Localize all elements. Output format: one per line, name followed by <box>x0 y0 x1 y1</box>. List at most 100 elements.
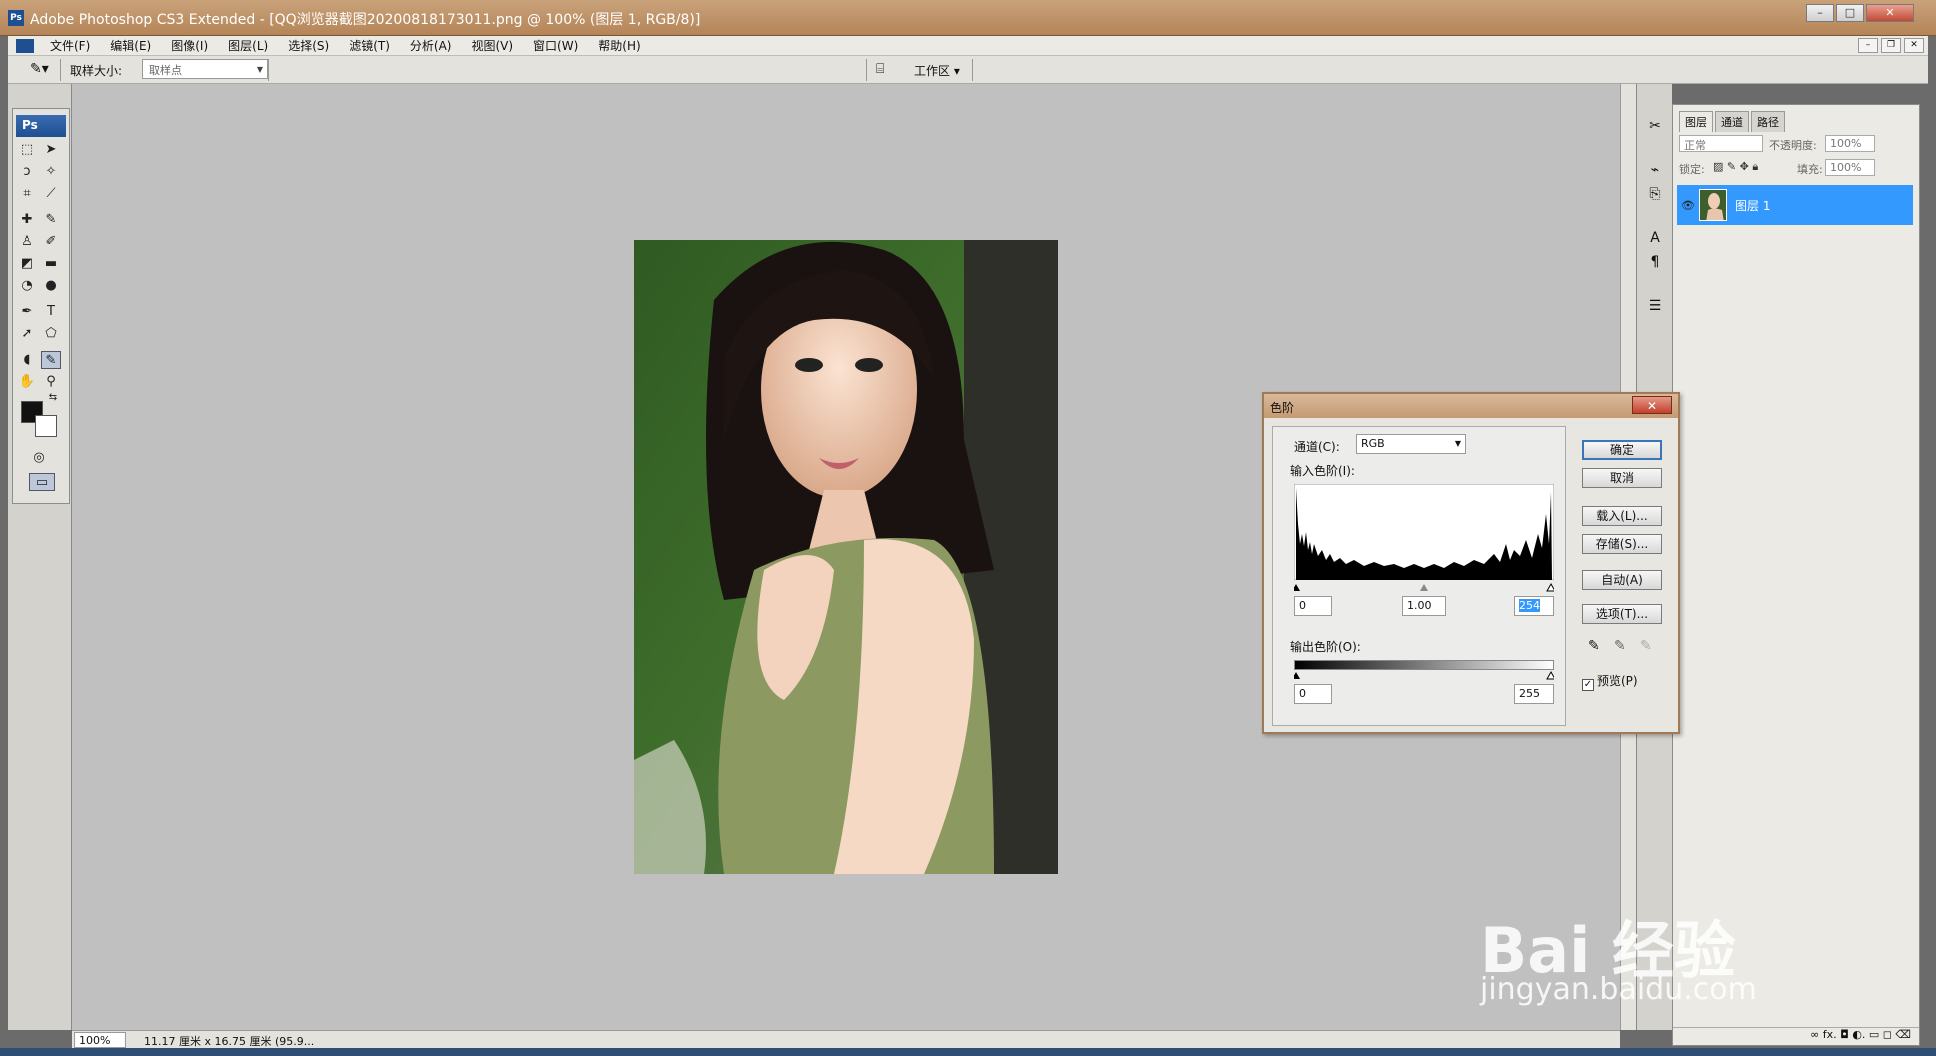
input-gamma-field[interactable]: 1.00 <box>1402 596 1446 616</box>
menu-help[interactable]: 帮助(H) <box>588 37 650 54</box>
input-slider[interactable] <box>1294 582 1554 592</box>
portrait-photo <box>634 240 1058 874</box>
input-white-field[interactable]: 254 <box>1514 596 1554 616</box>
output-white-field[interactable]: 255 <box>1514 684 1554 704</box>
menu-select[interactable]: 选择(S) <box>278 37 339 54</box>
history-brush-tool-icon[interactable]: ✐ <box>41 233 61 251</box>
window-titlebar: Ps Adobe Photoshop CS3 Extended - [QQ浏览器… <box>0 0 1936 36</box>
path-selection-tool-icon[interactable]: ➚ <box>17 325 37 343</box>
blend-mode-select[interactable]: 正常 <box>1679 135 1763 152</box>
channel-select[interactable]: RGB ▼ <box>1356 434 1466 454</box>
output-white-handle <box>1546 670 1554 680</box>
brushes-panel-icon[interactable]: ⌁ <box>1641 158 1669 182</box>
options-bar: ✎▾ 取样大小: 取样点 ▼ ⌸ 工作区 ▾ <box>8 56 1928 84</box>
load-button[interactable]: 载入(L)... <box>1582 506 1662 526</box>
tab-channels[interactable]: 通道 <box>1715 111 1749 132</box>
window-title: Adobe Photoshop CS3 Extended - [QQ浏览器截图2… <box>30 12 701 28</box>
doc-close-button[interactable]: ✕ <box>1904 38 1924 53</box>
input-black-field[interactable]: 0 <box>1294 596 1332 616</box>
bridge-icon[interactable]: ⌸ <box>876 61 884 77</box>
tab-layers[interactable]: 图层 <box>1679 111 1713 132</box>
input-black-handle <box>1294 584 1300 591</box>
white-eyedropper-icon[interactable]: ✎ <box>1640 638 1652 654</box>
preview-checkbox[interactable]: ✓ 预览(P) <box>1582 672 1638 691</box>
pen-tool-icon[interactable]: ✒ <box>17 303 37 321</box>
options-separator <box>268 59 269 81</box>
dodge-tool-icon[interactable]: ● <box>41 277 61 295</box>
opacity-field[interactable]: 100% <box>1825 135 1875 152</box>
black-eyedropper-icon[interactable]: ✎ <box>1588 638 1600 654</box>
options-separator <box>866 59 867 81</box>
layers-bottom-toolbar[interactable]: ∞ fx. ◘ ◐. ▭ ◻ ⌫ <box>1673 1027 1919 1045</box>
menu-view[interactable]: 视图(V) <box>461 37 523 54</box>
fill-label: 填充: <box>1797 163 1823 176</box>
cancel-button[interactable]: 取消 <box>1582 468 1662 488</box>
paragraph-panel-icon[interactable]: ¶ <box>1641 250 1669 274</box>
menu-layer[interactable]: 图层(L) <box>218 37 278 54</box>
swap-colors-icon[interactable]: ⇆ <box>43 389 63 407</box>
move-tool-icon[interactable]: ➤ <box>41 141 61 159</box>
document-info[interactable]: 11.17 厘米 x 16.75 厘米 (95.9... <box>144 1033 314 1049</box>
visibility-eye-icon[interactable]: 👁︎ <box>1681 199 1695 212</box>
zoom-field[interactable]: 100% <box>74 1032 126 1048</box>
brush-tool-icon[interactable]: ✎ <box>41 211 61 229</box>
hand-tool-icon[interactable]: ✋ <box>17 373 37 391</box>
menu-window[interactable]: 窗口(W) <box>523 37 588 54</box>
output-black-field[interactable]: 0 <box>1294 684 1332 704</box>
navigator-panel-icon[interactable]: ✂ <box>1641 114 1669 138</box>
dialog-close-button[interactable]: ✕ <box>1632 396 1672 414</box>
menu-analysis[interactable]: 分析(A) <box>400 37 462 54</box>
eyedropper-tool-icon[interactable]: ✎ <box>41 351 61 369</box>
character-panel-icon[interactable]: A <box>1641 226 1669 250</box>
type-tool-icon[interactable]: T <box>41 303 61 321</box>
marquee-tool-icon[interactable]: ⬚ <box>17 141 37 159</box>
workspace-button[interactable]: 工作区 ▾ <box>914 62 960 79</box>
eraser-tool-icon[interactable]: ◩ <box>17 255 37 273</box>
ok-button[interactable]: 确定 <box>1582 440 1662 460</box>
maximize-button[interactable]: □ <box>1836 4 1864 22</box>
toolbox-header: Ps <box>16 115 66 137</box>
input-levels-label: 输入色阶(I): <box>1290 464 1355 478</box>
shape-tool-icon[interactable]: ⬠ <box>41 325 61 343</box>
layer-row[interactable]: 👁︎ 图层 1 <box>1677 185 1913 225</box>
fill-field[interactable]: 100% <box>1825 159 1875 176</box>
lasso-tool-icon[interactable]: ↄ <box>17 163 37 181</box>
dialog-titlebar: 色阶 ✕ <box>1264 394 1678 418</box>
menu-edit[interactable]: 编辑(E) <box>100 37 161 54</box>
sample-size-select[interactable]: 取样点 ▼ <box>142 59 268 79</box>
blur-tool-icon[interactable]: ◔ <box>17 277 37 295</box>
minimize-button[interactable]: – <box>1806 4 1834 22</box>
gray-eyedropper-icon[interactable]: ✎ <box>1614 638 1626 654</box>
document-image[interactable] <box>634 240 1058 874</box>
doc-minimize-button[interactable]: – <box>1858 38 1878 53</box>
slice-tool-icon[interactable]: ⟋ <box>41 185 61 203</box>
layer-comps-panel-icon[interactable]: ☰ <box>1641 294 1669 318</box>
output-slider[interactable] <box>1294 670 1554 680</box>
menu-file[interactable]: 文件(F) <box>40 37 100 54</box>
dialog-title: 色阶 <box>1270 401 1295 415</box>
crop-tool-icon[interactable]: ⌗ <box>17 185 37 203</box>
opacity-label: 不透明度: <box>1769 139 1817 152</box>
doc-restore-button[interactable]: ❐ <box>1881 38 1901 53</box>
notes-tool-icon[interactable]: ◖ <box>17 351 37 369</box>
screen-mode-icon[interactable]: ▭ <box>29 473 55 491</box>
eyedropper-tool-preset-icon[interactable]: ✎▾ <box>30 61 49 77</box>
background-color-swatch[interactable] <box>35 415 57 437</box>
clone-stamp-tool-icon[interactable]: ♙ <box>17 233 37 251</box>
menu-filter[interactable]: 滤镜(T) <box>339 37 400 54</box>
lock-icons[interactable]: ▨ ✎ ✥ 🔒︎ <box>1713 160 1758 174</box>
auto-button[interactable]: 自动(A) <box>1582 570 1662 590</box>
clone-source-panel-icon[interactable]: ⎘ <box>1641 182 1669 206</box>
options-button[interactable]: 选项(T)... <box>1582 604 1662 624</box>
save-button[interactable]: 存储(S)... <box>1582 534 1662 554</box>
menu-image[interactable]: 图像(I) <box>161 37 218 54</box>
output-levels-label: 输出色阶(O): <box>1290 640 1361 654</box>
tab-paths[interactable]: 路径 <box>1751 111 1785 132</box>
layers-panel-tabs: 图层 通道 路径 <box>1679 111 1787 132</box>
healing-brush-tool-icon[interactable]: ✚ <box>17 211 37 229</box>
os-taskbar <box>0 1048 1936 1056</box>
magic-wand-tool-icon[interactable]: ✧ <box>41 163 61 181</box>
quick-mask-icon[interactable]: ◎ <box>29 449 49 467</box>
close-button[interactable]: ✕ <box>1866 4 1914 22</box>
gradient-tool-icon[interactable]: ▬ <box>41 255 61 273</box>
